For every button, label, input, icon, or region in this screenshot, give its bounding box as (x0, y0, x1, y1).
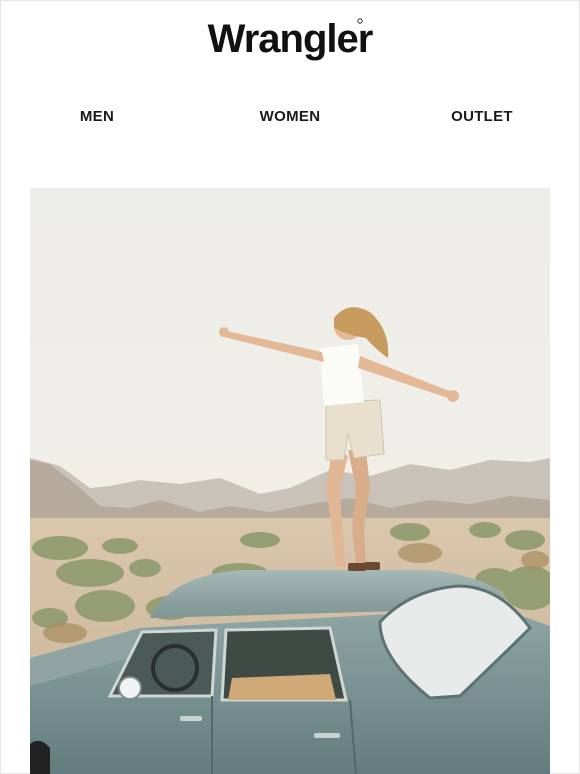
nav-women[interactable]: WOMEN (260, 108, 321, 125)
hero-photo-icon (30, 188, 550, 774)
wrangler-logo-icon: Wrangler (208, 17, 374, 61)
hero-image[interactable] (30, 188, 550, 774)
nav-outlet[interactable]: OUTLET (451, 108, 513, 125)
nav-men[interactable]: MEN (80, 108, 114, 125)
brand-wordmark: Wrangler (208, 17, 373, 61)
brand-logo[interactable]: Wrangler (0, 12, 580, 74)
main-nav: MEN WOMEN OUTLET (0, 108, 580, 130)
